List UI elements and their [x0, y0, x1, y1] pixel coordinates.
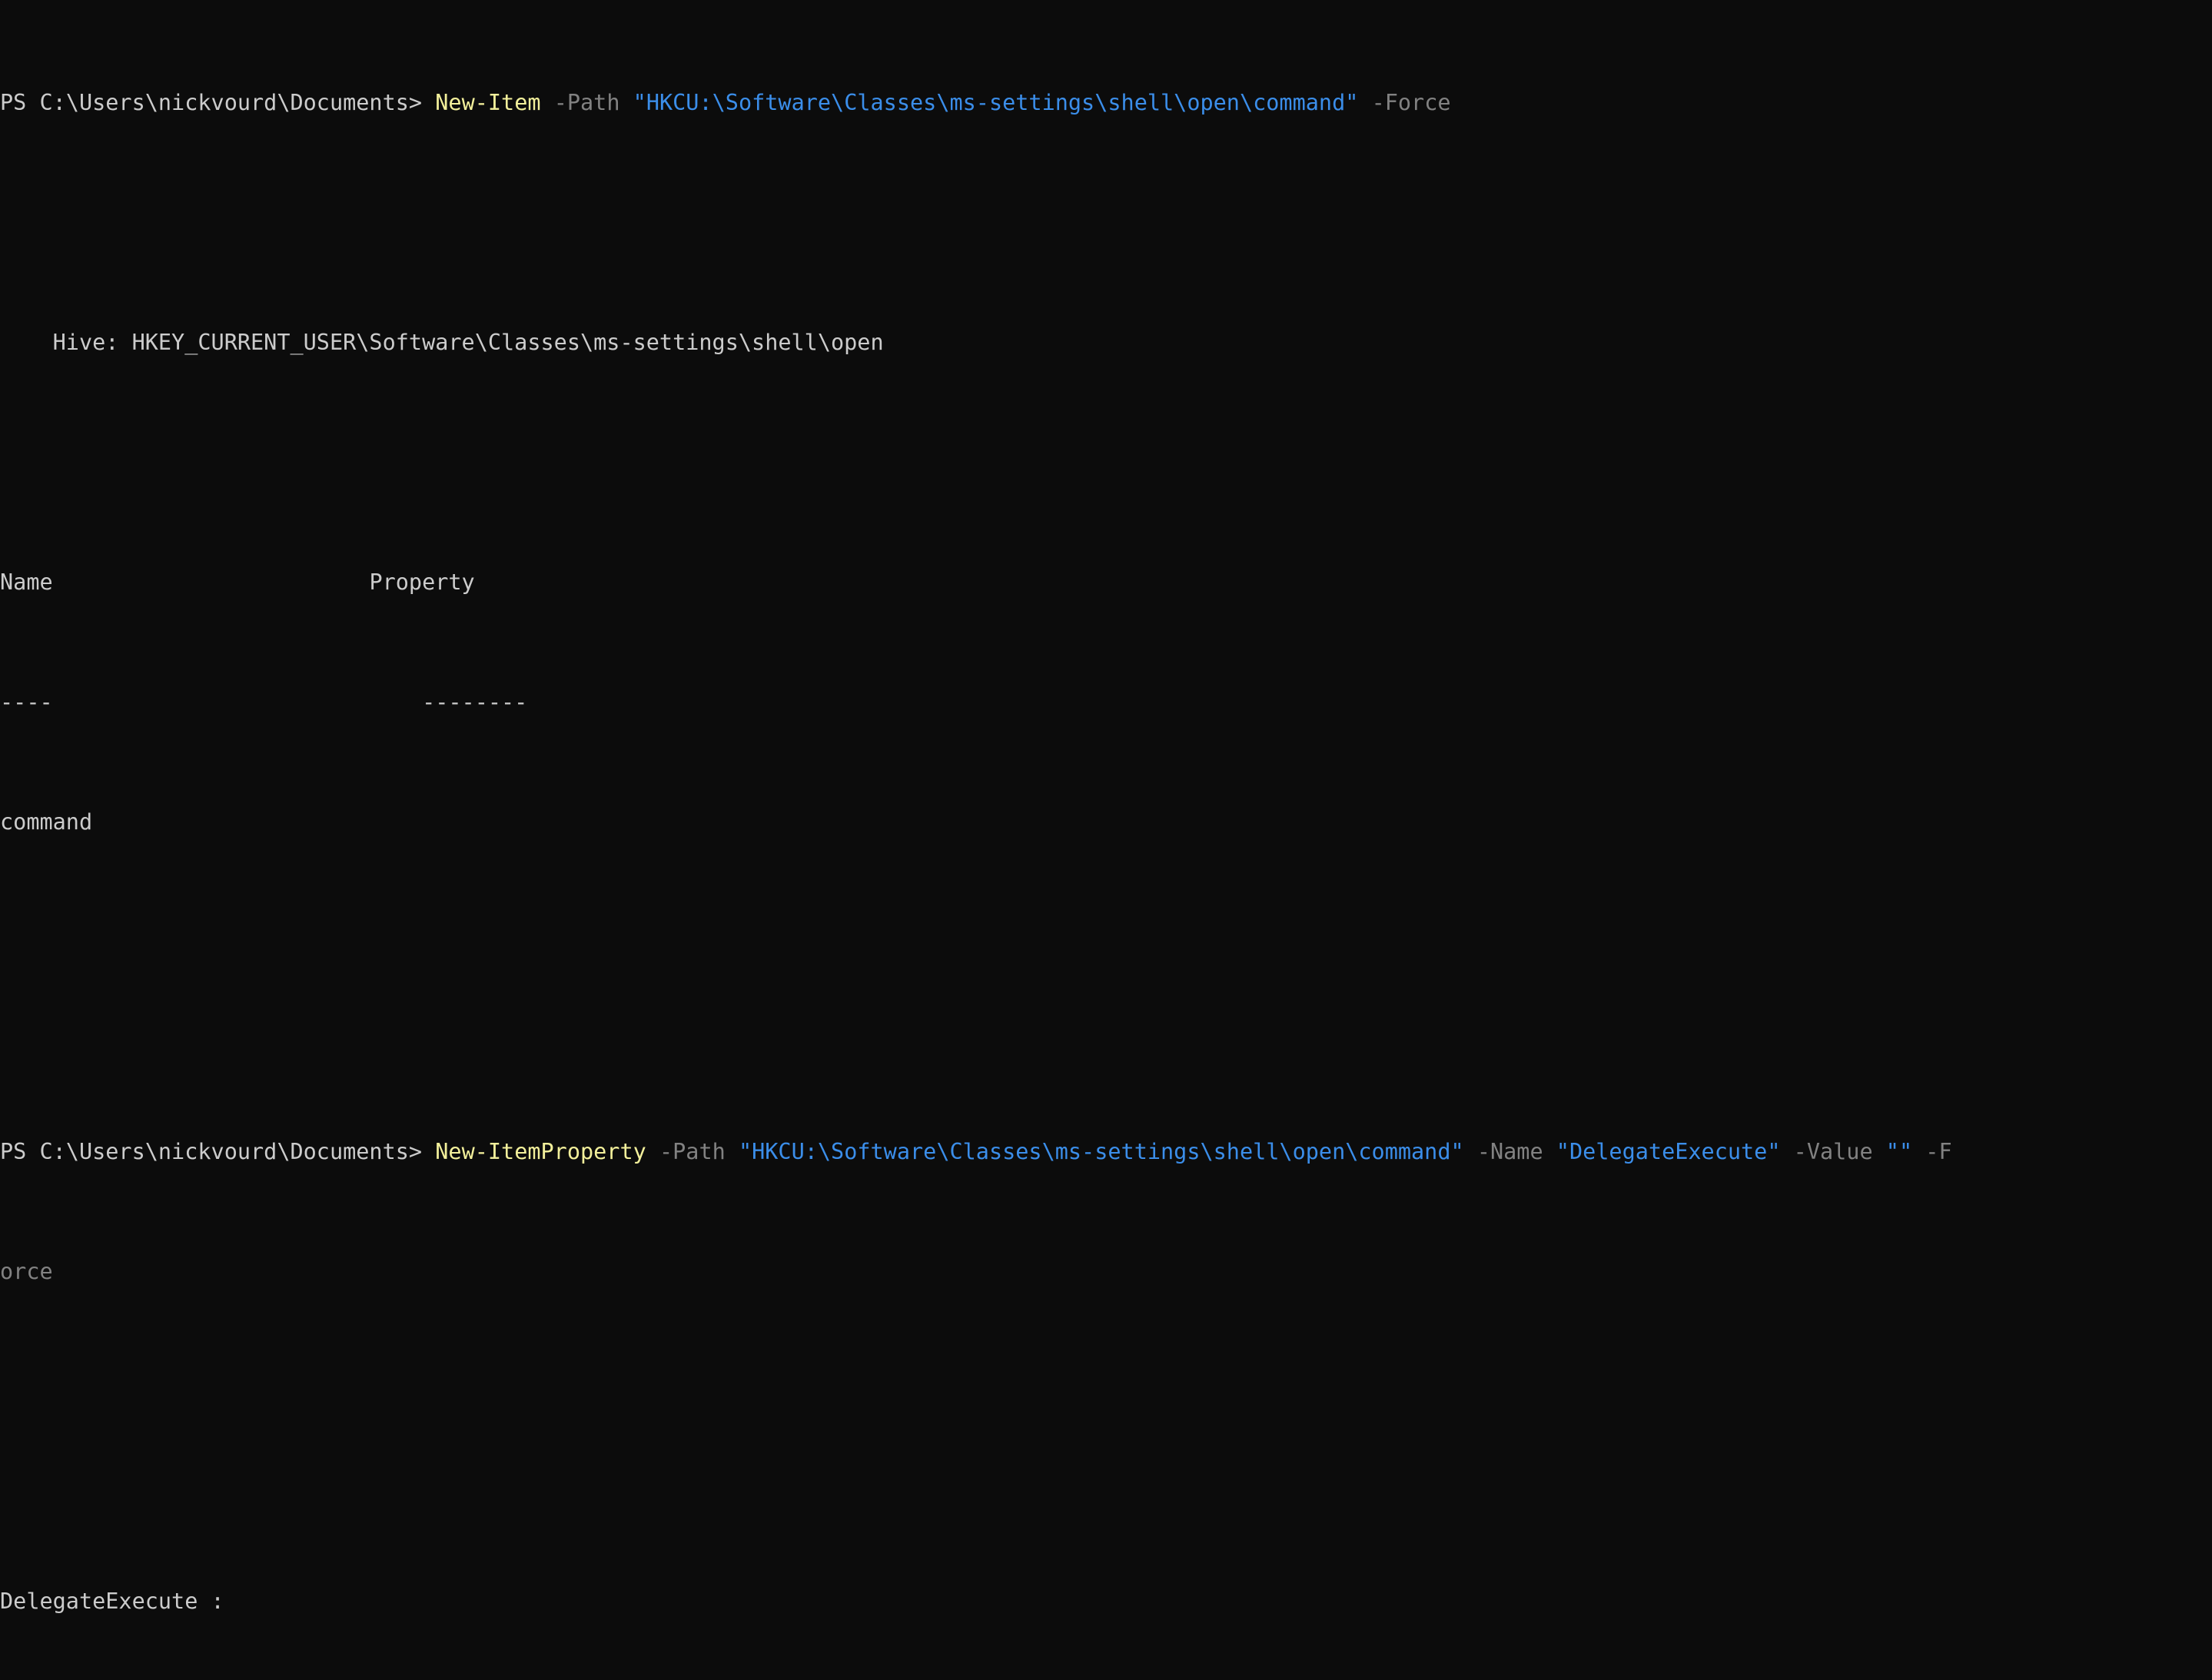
- string-property-name: "DelegateExecute": [1556, 1139, 1781, 1164]
- hive-line: Hive: HKEY_CURRENT_USER\Software\Classes…: [0, 327, 1952, 357]
- rule-property: --------: [422, 689, 528, 715]
- parameter-force-wrapped-head: -F: [1925, 1139, 1952, 1164]
- cmdlet-new-item: New-Item: [435, 90, 541, 115]
- string-empty-value: "": [1885, 1139, 1913, 1164]
- parameter-force: -Force: [1371, 90, 1451, 115]
- table-rule-row: ---- --------: [0, 687, 1952, 717]
- prompt: PS C:\Users\nickvourd\Documents>: [0, 90, 423, 115]
- rule-name: ----: [0, 689, 53, 715]
- powershell-terminal[interactable]: PS C:\Users\nickvourd\Documents> New-Ite…: [0, 0, 2212, 1680]
- command-line-new-item: PS C:\Users\nickvourd\Documents> New-Ite…: [0, 88, 1952, 118]
- wrapped-line-continuation: orce: [0, 1257, 1952, 1287]
- column-header-property: Property: [369, 569, 475, 595]
- string-registry-path: "HKCU:\Software\Classes\ms-settings\shel…: [738, 1139, 1464, 1164]
- column-header-name: Name: [0, 569, 53, 595]
- parameter-value: -Value: [1793, 1139, 1873, 1164]
- output-pspath: PSPath : Microsoft.PowerShell.Core\Regis…: [0, 1676, 1952, 1680]
- cmdlet-new-itemproperty: New-ItemProperty: [435, 1139, 646, 1164]
- parameter-force-wrapped-tail: orce: [0, 1259, 53, 1284]
- table-header-row: Name Property: [0, 567, 1952, 597]
- parameter-path: -Path: [553, 90, 620, 115]
- terminal-output-buffer: PS C:\Users\nickvourd\Documents> New-Ite…: [0, 0, 1952, 1680]
- output-delegateexecute: DelegateExecute :: [0, 1589, 224, 1614]
- prompt: PS C:\Users\nickvourd\Documents>: [0, 1139, 423, 1164]
- table-row: command: [0, 807, 1952, 837]
- string-registry-path: "HKCU:\Software\Classes\ms-settings\shel…: [633, 90, 1359, 115]
- command-line-new-itemproperty: PS C:\Users\nickvourd\Documents> New-Ite…: [0, 1137, 1952, 1167]
- hive-label: Hive: HKEY_CURRENT_USER\Software\Classes…: [0, 330, 884, 355]
- parameter-path: -Path: [659, 1139, 726, 1164]
- parameter-name: -Name: [1476, 1139, 1543, 1164]
- cell-name-command: command: [0, 809, 93, 835]
